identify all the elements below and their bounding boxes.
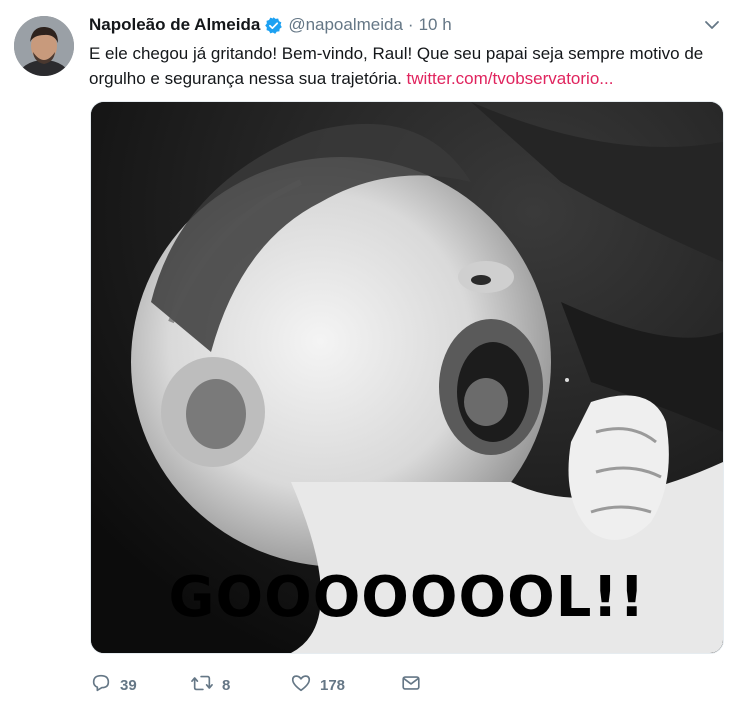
author-handle[interactable]: @napoalmeida bbox=[288, 15, 403, 35]
retweet-button[interactable]: 8 bbox=[190, 672, 290, 698]
tweet-header: Napoleão de Almeida @napoalmeida · 10 h bbox=[89, 12, 728, 38]
retweet-icon bbox=[190, 672, 214, 698]
envelope-icon bbox=[400, 672, 422, 698]
tweet: Napoleão de Almeida @napoalmeida · 10 h … bbox=[0, 0, 738, 715]
author-name[interactable]: Napoleão de Almeida bbox=[89, 15, 260, 35]
reply-count: 39 bbox=[120, 676, 137, 694]
tweet-actions: 39 8 178 bbox=[90, 672, 422, 698]
tweet-text: E ele chegou já gritando! Bem-vindo, Rau… bbox=[89, 41, 729, 91]
media-caption: GOOOOOOOL!! bbox=[168, 565, 646, 630]
reply-icon bbox=[90, 672, 112, 698]
like-button[interactable]: 178 bbox=[290, 672, 400, 698]
verified-badge-icon bbox=[264, 16, 283, 35]
tweet-link[interactable]: twitter.com/tvobservatorio... bbox=[407, 69, 614, 88]
direct-message-button[interactable] bbox=[400, 672, 422, 698]
avatar[interactable] bbox=[14, 16, 74, 76]
heart-icon bbox=[290, 672, 312, 698]
tweet-media[interactable]: GOOOOOOOL!! bbox=[90, 101, 724, 654]
like-count: 178 bbox=[320, 676, 346, 694]
reply-button[interactable]: 39 bbox=[90, 672, 190, 698]
tweet-timestamp[interactable]: 10 h bbox=[419, 15, 452, 35]
retweet-count: 8 bbox=[222, 676, 231, 694]
chevron-down-icon[interactable] bbox=[704, 18, 720, 36]
separator-dot: · bbox=[407, 15, 414, 34]
